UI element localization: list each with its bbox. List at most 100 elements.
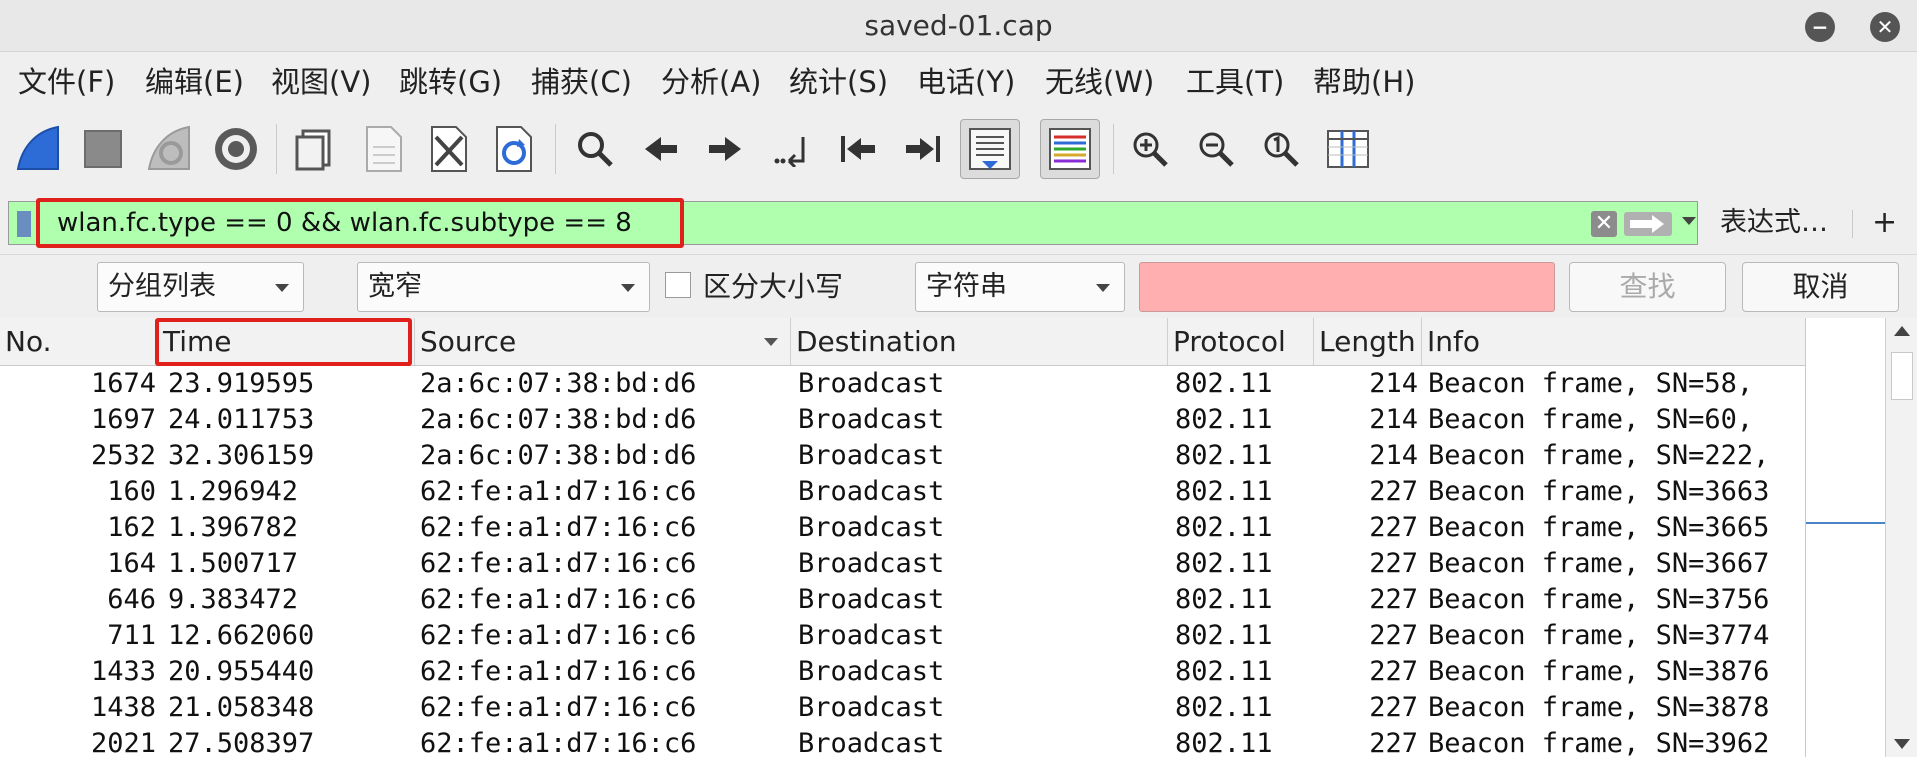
column-header-source[interactable]: Source	[415, 318, 791, 365]
case-sensitive-label[interactable]: 区分大小写	[703, 262, 843, 312]
zoom-out-icon[interactable]	[1186, 119, 1246, 179]
table-row[interactable]: 164 1.500717 62:fe:a1:d7:16:c6 Broadcast…	[0, 546, 1805, 582]
vertical-scrollbar[interactable]	[1885, 318, 1917, 757]
cell-time: 1.500717	[168, 548, 299, 579]
stop-square-icon[interactable]	[73, 119, 133, 179]
column-header-info[interactable]: Info	[1422, 318, 1805, 365]
scroll-down-arrow-icon[interactable]	[1894, 739, 1910, 749]
cell-info: Beacon frame, SN=58,	[1428, 368, 1754, 399]
char-width-select[interactable]: 宽窄	[357, 262, 650, 312]
cell-info: Beacon frame, SN=60,	[1428, 404, 1754, 435]
table-row[interactable]: 646 9.383472 62:fe:a1:d7:16:c6 Broadcast…	[0, 582, 1805, 618]
table-row[interactable]: 2532 32.306159 2a:6c:07:38:bd:d6 Broadca…	[0, 438, 1805, 474]
apply-filter-arrow-icon[interactable]	[1624, 212, 1672, 236]
clear-filter-icon[interactable]: ✕	[1591, 211, 1617, 237]
expression-button[interactable]: 表达式…	[1720, 201, 1828, 245]
menu-statistics[interactable]: 统计(S)	[789, 52, 888, 112]
cell-protocol: 802.11	[1175, 728, 1273, 757]
menu-tools[interactable]: 工具(T)	[1186, 52, 1284, 112]
column-header-length[interactable]: Length	[1314, 318, 1422, 365]
table-row[interactable]: 1438 21.058348 62:fe:a1:d7:16:c6 Broadca…	[0, 690, 1805, 726]
normal-size-icon[interactable]	[1251, 119, 1311, 179]
open-file-icon[interactable]	[285, 119, 345, 179]
find-button[interactable]: 查找	[1569, 262, 1726, 312]
filter-bookmark-icon[interactable]	[17, 211, 31, 237]
menu-capture[interactable]: 捕获(C)	[531, 52, 632, 112]
minimize-button[interactable]: −	[1805, 12, 1835, 42]
scrollbar-thumb[interactable]	[1891, 352, 1913, 400]
column-header-protocol[interactable]: Protocol	[1168, 318, 1314, 365]
cell-protocol: 802.11	[1175, 584, 1273, 615]
close-file-icon[interactable]	[418, 119, 478, 179]
search-string-input[interactable]	[1139, 262, 1555, 312]
go-first-packet-icon[interactable]	[828, 119, 888, 179]
column-header-destination[interactable]: Destination	[791, 318, 1168, 365]
cell-no: 164	[107, 548, 156, 579]
capture-options-gear-icon[interactable]	[206, 119, 266, 179]
cell-time: 1.296942	[168, 476, 299, 507]
table-row[interactable]: 160 1.296942 62:fe:a1:d7:16:c6 Broadcast…	[0, 474, 1805, 510]
case-sensitive-checkbox[interactable]	[665, 272, 691, 298]
cell-protocol: 802.11	[1175, 440, 1273, 471]
colorize-icon[interactable]	[1040, 119, 1100, 179]
go-forward-icon[interactable]	[695, 119, 755, 179]
filter-history-dropdown-icon[interactable]	[1682, 217, 1696, 225]
go-last-packet-icon[interactable]	[893, 119, 953, 179]
menu-analyze[interactable]: 分析(A)	[661, 52, 761, 112]
cell-info: Beacon frame, SN=3962	[1428, 728, 1770, 757]
packet-minimap[interactable]	[1805, 318, 1886, 757]
close-window-button[interactable]: ✕	[1870, 12, 1900, 42]
cell-protocol: 802.11	[1175, 476, 1273, 507]
menu-file[interactable]: 文件(F)	[18, 52, 115, 112]
menu-go[interactable]: 跳转(G)	[399, 52, 502, 112]
auto-scroll-icon[interactable]	[960, 119, 1020, 179]
menu-edit[interactable]: 编辑(E)	[145, 52, 244, 112]
menu-telephony[interactable]: 电话(Y)	[917, 52, 1015, 112]
cell-info: Beacon frame, SN=3665	[1428, 512, 1770, 543]
cell-no: 2021	[90, 728, 156, 757]
menu-view[interactable]: 视图(V)	[271, 52, 371, 112]
menu-help[interactable]: 帮助(H)	[1313, 52, 1415, 112]
shark-fin-start-icon[interactable]	[8, 119, 68, 179]
cell-destination: Broadcast	[798, 476, 945, 507]
zoom-in-icon[interactable]	[1120, 119, 1180, 179]
find-packet-icon[interactable]	[565, 119, 625, 179]
table-row[interactable]: 162 1.396782 62:fe:a1:d7:16:c6 Broadcast…	[0, 510, 1805, 546]
column-header-no[interactable]: No.	[0, 318, 158, 365]
search-in-select[interactable]: 分组列表	[97, 262, 304, 312]
cell-source: 62:fe:a1:d7:16:c6	[420, 512, 697, 543]
cell-info: Beacon frame, SN=3663	[1428, 476, 1770, 507]
chevron-down-icon	[621, 284, 635, 292]
filter-highlight-box	[36, 198, 684, 248]
go-back-icon[interactable]	[631, 119, 691, 179]
cell-length: 214	[1369, 440, 1418, 471]
cell-destination: Broadcast	[798, 620, 945, 651]
cell-source: 62:fe:a1:d7:16:c6	[420, 728, 697, 757]
toolbar-separator	[1852, 210, 1853, 238]
char-width-value: 宽窄	[368, 271, 422, 302]
restart-capture-icon[interactable]	[139, 119, 199, 179]
resize-columns-icon[interactable]	[1318, 119, 1378, 179]
table-row[interactable]: 1697 24.011753 2a:6c:07:38:bd:d6 Broadca…	[0, 402, 1805, 438]
table-row[interactable]: 2021 27.508397 62:fe:a1:d7:16:c6 Broadca…	[0, 726, 1805, 757]
cell-info: Beacon frame, SN=3876	[1428, 656, 1770, 687]
packet-list[interactable]: No. Time Source Destination Protocol Len…	[0, 318, 1917, 757]
toolbar-separator	[276, 124, 277, 174]
table-row[interactable]: 1433 20.955440 62:fe:a1:d7:16:c6 Broadca…	[0, 654, 1805, 690]
search-type-select[interactable]: 字符串	[915, 262, 1125, 312]
cell-length: 214	[1369, 368, 1418, 399]
scroll-up-arrow-icon[interactable]	[1894, 326, 1910, 336]
table-row[interactable]: 711 12.662060 62:fe:a1:d7:16:c6 Broadcas…	[0, 618, 1805, 654]
cell-time: 32.306159	[168, 440, 315, 471]
save-file-icon[interactable]	[353, 119, 413, 179]
title-bar: saved-01.cap − ✕	[0, 0, 1917, 52]
minimap-position-marker	[1806, 522, 1886, 524]
go-to-packet-icon[interactable]	[763, 119, 823, 179]
add-filter-button[interactable]: +	[1872, 201, 1897, 245]
cancel-find-button[interactable]: 取消	[1742, 262, 1899, 312]
toolbar-separator	[555, 124, 556, 174]
menu-wireless[interactable]: 无线(W)	[1045, 52, 1154, 112]
reload-file-icon[interactable]	[483, 119, 543, 179]
cell-time: 27.508397	[168, 728, 315, 757]
table-row[interactable]: 1674 23.919595 2a:6c:07:38:bd:d6 Broadca…	[0, 366, 1805, 402]
